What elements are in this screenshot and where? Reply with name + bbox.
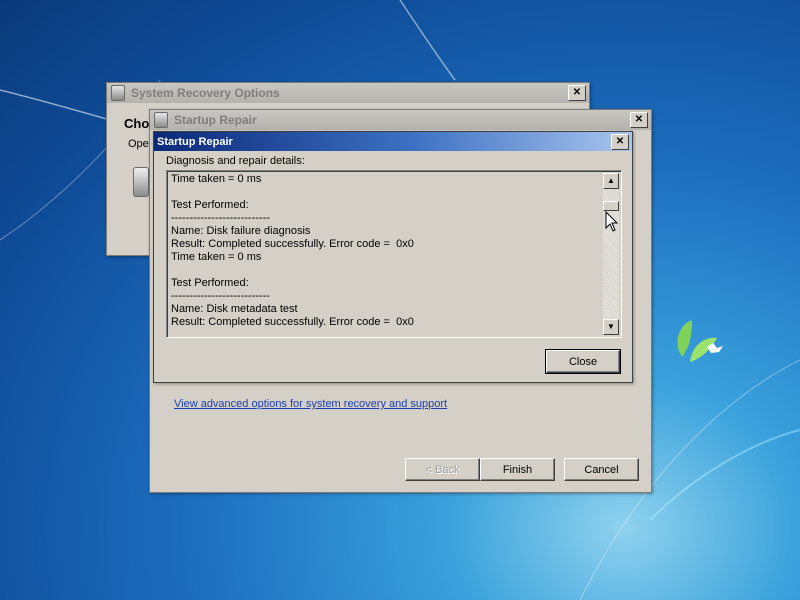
- cancel-button[interactable]: Cancel: [564, 458, 639, 481]
- log-line: Test Performed:: [171, 277, 249, 289]
- os-drive-icon: [133, 167, 149, 197]
- finish-button[interactable]: Finish: [480, 458, 555, 481]
- close-button[interactable]: ✕: [568, 85, 586, 101]
- log-line: Result: Completed successfully. Error co…: [171, 316, 414, 328]
- close-icon: ✕: [634, 114, 644, 125]
- windows-leaf-logo-icon: [677, 320, 723, 362]
- repair-log-lines: Time taken = 0 ms Test Performed: --------…: [167, 173, 601, 329]
- repair-details-dialog: Startup Repair ✕ Diagnosis and repair de…: [153, 131, 633, 383]
- close-dialog-button[interactable]: Close: [545, 349, 621, 374]
- log-line: Time taken = 0 ms: [171, 251, 262, 263]
- window-title: System Recovery Options: [131, 86, 280, 100]
- app-window-icon: [111, 85, 125, 101]
- log-line: Name: Disk failure diagnosis: [171, 225, 311, 237]
- log-line: Time taken = 0 ms: [171, 173, 262, 185]
- diagnosis-label: Diagnosis and repair details:: [166, 155, 305, 167]
- scroll-down-arrow-icon: ▼: [607, 322, 615, 331]
- operating-system-text: Ope: [128, 138, 149, 150]
- close-button[interactable]: ✕: [630, 112, 648, 128]
- details-title-bar: Startup Repair ✕: [154, 132, 632, 151]
- log-line: Result: Completed successfully. Error co…: [171, 238, 414, 250]
- system-recovery-title-bar: System Recovery Options ✕: [107, 83, 589, 103]
- window-title: Startup Repair: [174, 113, 257, 127]
- scroll-up-button[interactable]: ▲: [603, 173, 619, 189]
- close-button[interactable]: ✕: [611, 134, 629, 150]
- advanced-options-link[interactable]: View advanced options for system recover…: [174, 398, 447, 410]
- choose-heading: Cho: [124, 116, 150, 131]
- dialog-title: Startup Repair: [157, 135, 233, 148]
- scroll-up-arrow-icon: ▲: [607, 176, 615, 185]
- back-button[interactable]: < Back: [405, 458, 480, 481]
- log-line: ---------------------------: [171, 290, 270, 302]
- repair-log-textbox[interactable]: Time taken = 0 ms Test Performed: --------…: [166, 170, 622, 338]
- close-icon: ✕: [615, 136, 625, 147]
- close-icon: ✕: [572, 87, 582, 98]
- scroll-down-button[interactable]: ▼: [603, 319, 619, 335]
- log-line: ---------------------------: [171, 212, 270, 224]
- startup-repair-title-bar: Startup Repair ✕: [150, 110, 651, 130]
- vertical-scrollbar[interactable]: ▲ ▼: [603, 173, 619, 335]
- scrollbar-thumb[interactable]: [603, 201, 619, 211]
- mouse-pointer-icon: [605, 211, 619, 232]
- log-line: Name: Disk metadata test: [171, 303, 298, 315]
- app-window-icon: [154, 112, 168, 128]
- log-line: Test Performed:: [171, 199, 249, 211]
